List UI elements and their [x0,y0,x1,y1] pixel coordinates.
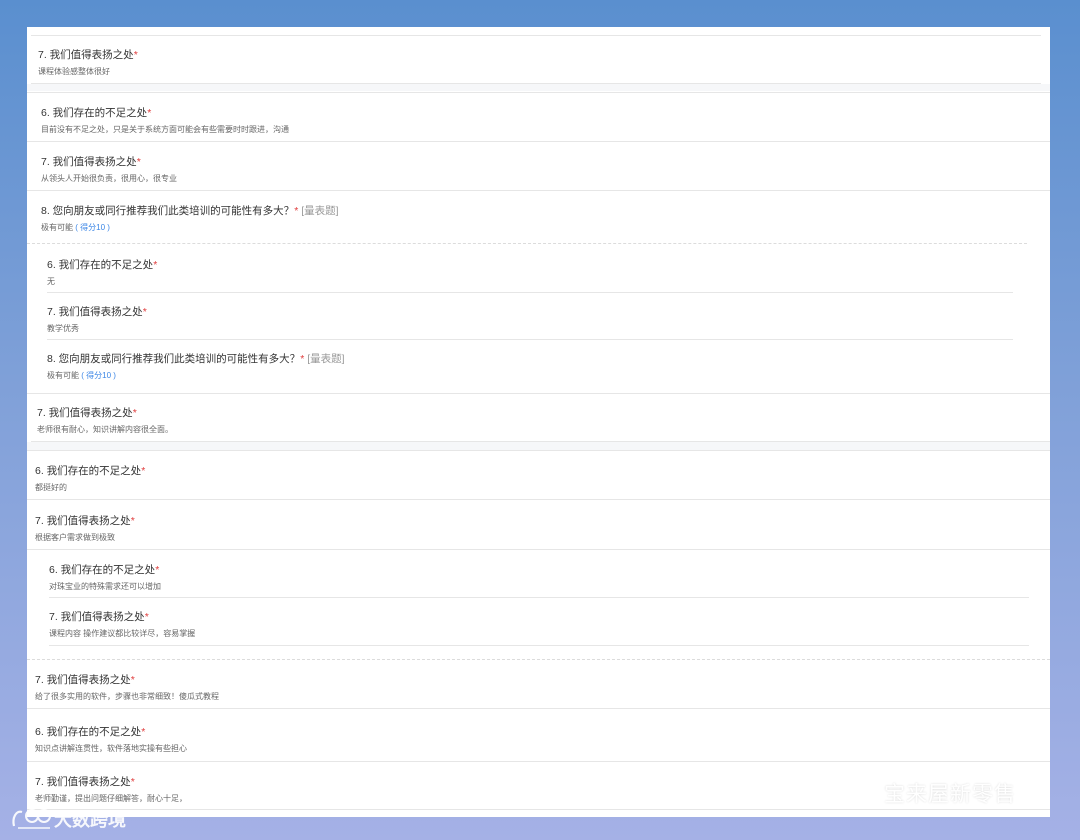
required-mark: * [144,611,149,623]
divider [27,659,1050,660]
divider [31,35,1041,36]
response-item: 7. 我们值得表扬之处* 课程体验感整体很好 [38,48,138,77]
answer-text: 老师勤谨，提出问题仔细解答，耐心十足， [35,794,187,803]
question-text: 8. 您向朋友或同行推荐我们此类培训的可能性有多大？ [41,205,295,217]
answer-text: 都挺好的 [35,483,67,492]
scale-question-tag: [量表题] [301,205,339,217]
answer-text: 知识点讲解连贯性，软件落地实操有些担心 [35,744,187,753]
response-item: 6. 我们存在的不足之处* 无 [47,258,157,287]
wechat-account-name: 宝来屋新零售 [884,783,1016,806]
response-item: 6. 我们存在的不足之处* 对珠宝业的特殊需求还可以增加 [49,563,161,592]
response-item: 7. 我们值得表扬之处* 给了很多实用的软件，步骤也非常细致！傻瓜式教程 [35,673,219,702]
required-mark: * [133,49,138,61]
required-mark: * [132,407,137,419]
question-text: 6. 我们存在的不足之处 [35,465,142,477]
required-mark: * [147,107,152,119]
divider [27,761,1050,762]
brand-watermark: 大数跨境 [10,806,126,832]
required-mark: * [136,156,141,168]
required-mark: * [153,259,158,271]
required-mark: * [130,776,135,788]
brand-name: 大数跨境 [54,810,126,830]
answer-text: 教学优秀 [47,324,79,333]
divider [27,809,1050,810]
answer-text: 对珠宝业的特殊需求还可以增加 [49,582,161,591]
response-item: 6. 我们存在的不足之处* 都挺好的 [35,464,145,493]
required-mark: * [141,465,146,477]
answer-text: 目前没有不足之处，只是关于系统方面可能会有些需要时时跟进，沟通 [41,125,289,134]
survey-response-sheet: 7. 我们值得表扬之处* 课程体验感整体很好 6. 我们存在的不足之处* 目前没… [27,27,1050,817]
question-text: 7. 我们值得表扬之处 [47,306,143,318]
response-item: 6. 我们存在的不足之处* 目前没有不足之处，只是关于系统方面可能会有些需要时时… [41,106,289,135]
response-item: 8. 您向朋友或同行推荐我们此类培训的可能性有多大？* [量表题] 极有可能 (… [47,352,345,381]
required-mark: * [294,205,299,217]
divider [27,141,1050,142]
response-item: 7. 我们值得表扬之处* 课程内容 操作建议都比较详尽，容易掌握 [49,610,195,639]
question-text: 7. 我们值得表扬之处 [49,611,145,623]
response-item: 7. 我们值得表扬之处* 老师很有耐心，知识讲解内容很全面。 [37,406,173,435]
question-text: 7. 我们值得表扬之处 [37,407,133,419]
response-item: 8. 您向朋友或同行推荐我们此类培训的可能性有多大？* [量表题] 极有可能 (… [41,204,339,233]
question-text: 6. 我们存在的不足之处 [35,726,142,738]
answer-text: 从领头人开始很负责，很用心，很专业 [41,174,177,183]
divider [27,499,1050,500]
answer-text: 无 [47,277,55,286]
divider [27,393,1050,394]
screenshot-gap [27,84,1050,91]
brand-logo-icon [12,809,51,829]
wechat-account-watermark: 宝来屋新零售 [838,778,1016,808]
answer-text: 课程体验感整体很好 [38,67,110,76]
wechat-icon [839,779,877,807]
answer-text: 老师很有耐心，知识讲解内容很全面。 [37,425,173,434]
score-label: ( 得分10 ) [81,371,116,380]
required-mark: * [142,306,147,318]
question-text: 6. 我们存在的不足之处 [49,564,156,576]
screenshot-gap [27,442,1050,450]
divider [27,450,1050,451]
divider [27,708,1050,709]
question-text: 7. 我们值得表扬之处 [41,156,137,168]
divider [49,645,1029,646]
required-mark: * [130,674,135,686]
question-text: 6. 我们存在的不足之处 [41,107,148,119]
required-mark: * [141,726,146,738]
answer-text: 极有可能 [47,371,79,380]
response-item: 7. 我们值得表扬之处* 老师勤谨，提出问题仔细解答，耐心十足， [35,775,187,804]
scale-question-tag: [量表题] [307,353,345,365]
answer-text: 给了很多实用的软件，步骤也非常细致！傻瓜式教程 [35,692,219,701]
divider [47,339,1013,340]
question-text: 8. 您向朋友或同行推荐我们此类培训的可能性有多大？ [47,353,301,365]
required-mark: * [300,353,305,365]
divider [27,190,1050,191]
divider [27,92,1050,93]
question-text: 7. 我们值得表扬之处 [35,515,131,527]
divider [27,549,1050,550]
score-label: ( 得分10 ) [75,223,110,232]
question-text: 6. 我们存在的不足之处 [47,259,154,271]
divider [49,597,1029,598]
divider [47,292,1013,293]
divider [27,243,1027,244]
answer-text: 根据客户需求做到极致 [35,533,115,542]
required-mark: * [130,515,135,527]
response-item: 7. 我们值得表扬之处* 教学优秀 [47,305,147,334]
response-item: 7. 我们值得表扬之处* 根据客户需求做到极致 [35,514,135,543]
response-item: 7. 我们值得表扬之处* 从领头人开始很负责，很用心，很专业 [41,155,177,184]
question-text: 7. 我们值得表扬之处 [38,49,134,61]
question-text: 7. 我们值得表扬之处 [35,674,131,686]
required-mark: * [155,564,160,576]
answer-text: 课程内容 操作建议都比较详尽，容易掌握 [49,629,196,638]
response-item: 6. 我们存在的不足之处* 知识点讲解连贯性，软件落地实操有些担心 [35,725,187,754]
question-text: 7. 我们值得表扬之处 [35,776,131,788]
answer-text: 极有可能 [41,223,73,232]
